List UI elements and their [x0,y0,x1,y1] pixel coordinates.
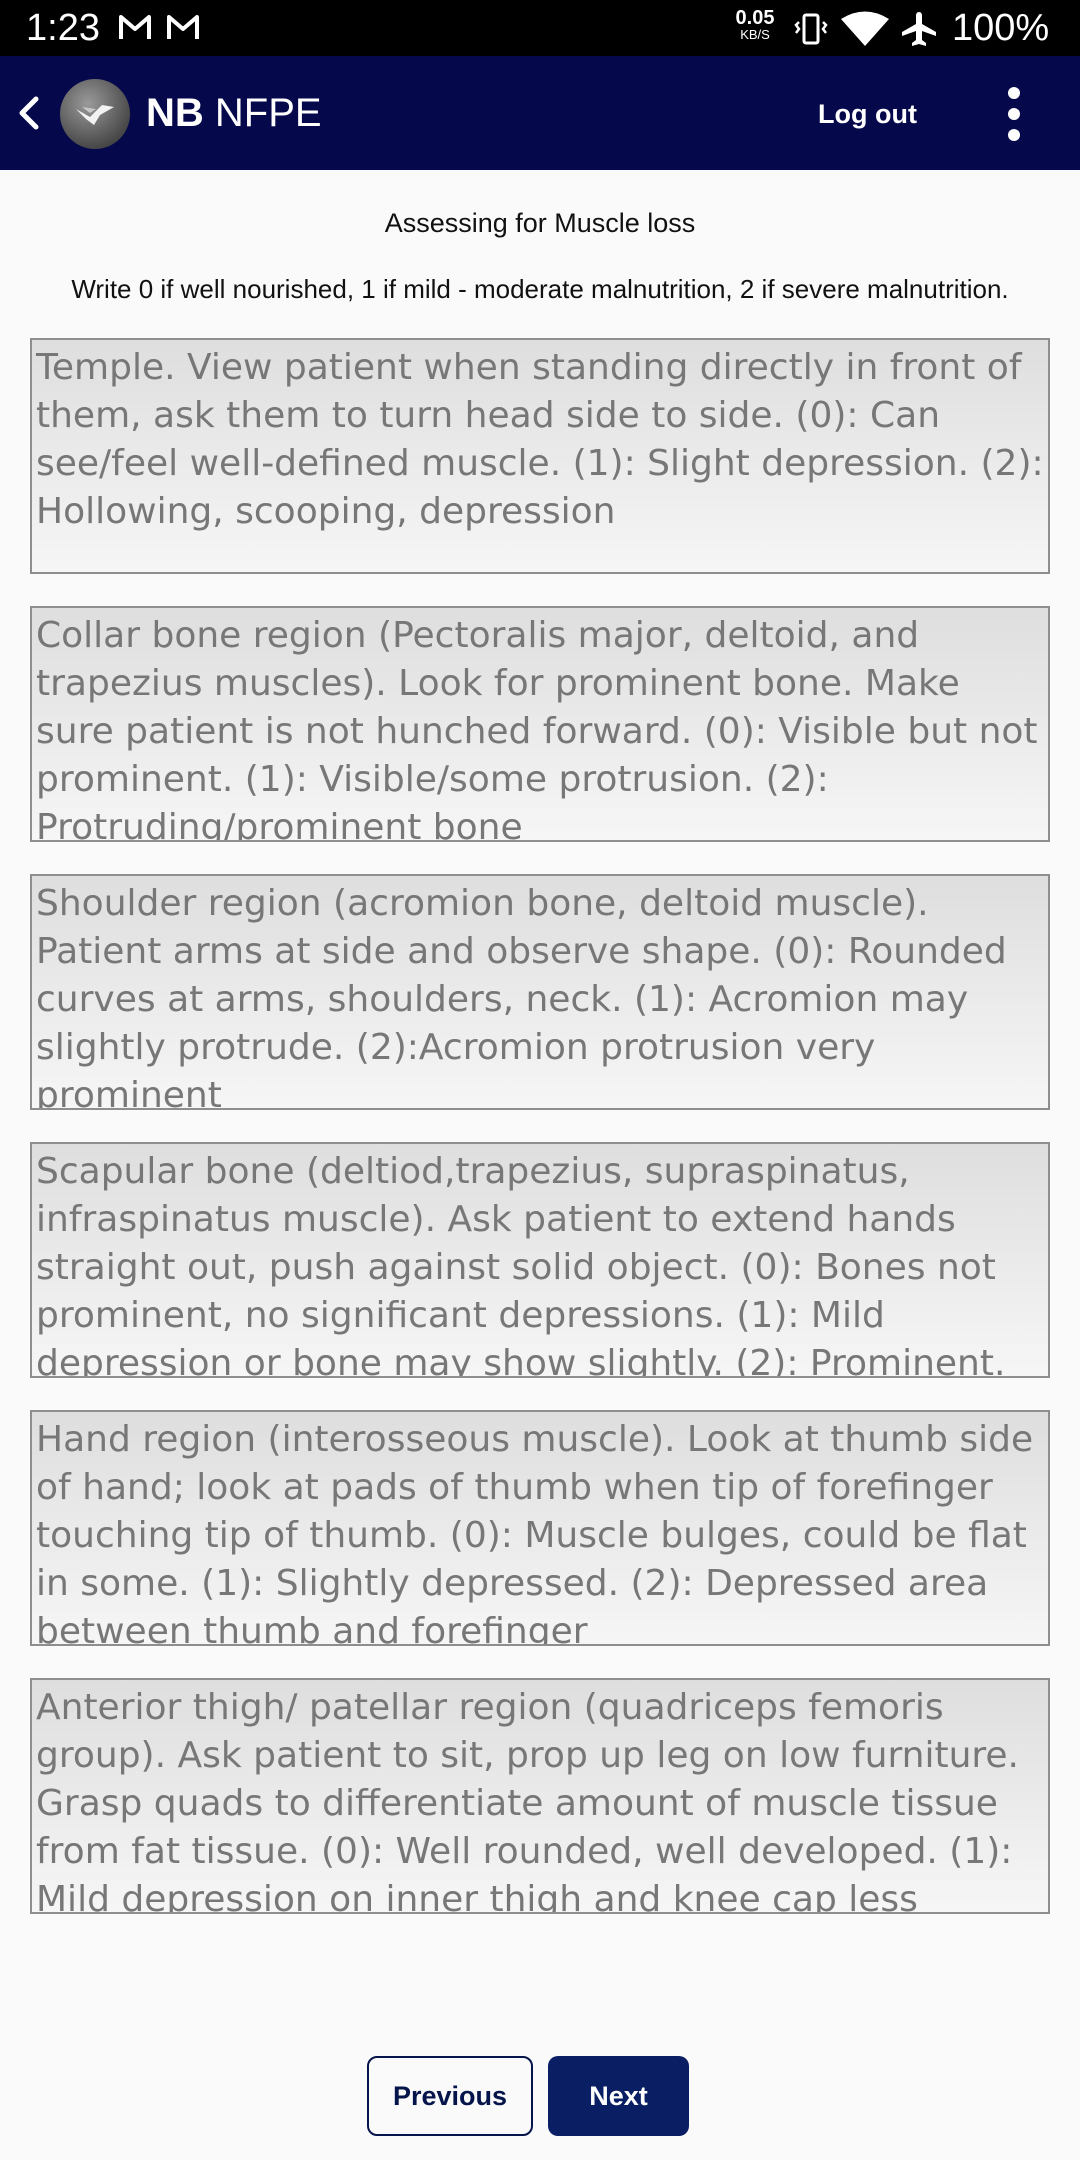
logout-button[interactable]: Log out [818,98,917,130]
field-placeholder: Shoulder region (acromion bone, deltoid … [36,883,1007,1110]
field-placeholder: Hand region (interosseous muscle). Look … [36,1419,1034,1646]
gmail-icon [119,15,151,39]
airplane-icon [902,12,936,46]
field-placeholder: Collar bone region (Pectoralis major, de… [36,615,1038,842]
back-icon[interactable] [10,91,50,135]
temple-score-input[interactable]: Temple. View patient when standing direc… [30,338,1050,574]
gmail-icon [167,15,199,39]
bird-logo-icon [76,105,114,125]
page-instruction: Write 0 if well nourished, 1 if mild - m… [71,274,1009,304]
previous-button[interactable]: Previous [367,2056,533,2136]
app-logo [60,79,130,149]
more-vert-icon[interactable] [1000,84,1028,144]
next-button[interactable]: Next [548,2056,689,2136]
app-bar: NB NFPE Log out [0,56,1080,170]
scapular-score-input[interactable]: Scapular bone (deltiod,trapezius, supras… [30,1142,1050,1378]
wifi-icon [841,11,889,46]
status-time: 1:23 [26,7,100,49]
field-placeholder: Anterior thigh/ patellar region (quadric… [36,1687,1020,1914]
thigh-score-input[interactable]: Anterior thigh/ patellar region (quadric… [30,1678,1050,1914]
hand-score-input[interactable]: Hand region (interosseous muscle). Look … [30,1410,1050,1646]
battery-level: 100% [952,7,1050,49]
vibrate-icon [794,13,828,45]
app-title: NB NFPE [146,91,322,135]
status-bar: 1:23 0.05 KB/S 100% [0,0,1080,56]
field-placeholder: Scapular bone (deltiod,trapezius, supras… [36,1151,1006,1378]
collar-bone-score-input[interactable]: Collar bone region (Pectoralis major, de… [30,606,1050,842]
page-heading: Assessing for Muscle loss [384,208,696,238]
network-speed: 0.05 KB/S [735,7,775,42]
shoulder-score-input[interactable]: Shoulder region (acromion bone, deltoid … [30,874,1050,1110]
field-placeholder: Temple. View patient when standing direc… [36,347,1044,532]
